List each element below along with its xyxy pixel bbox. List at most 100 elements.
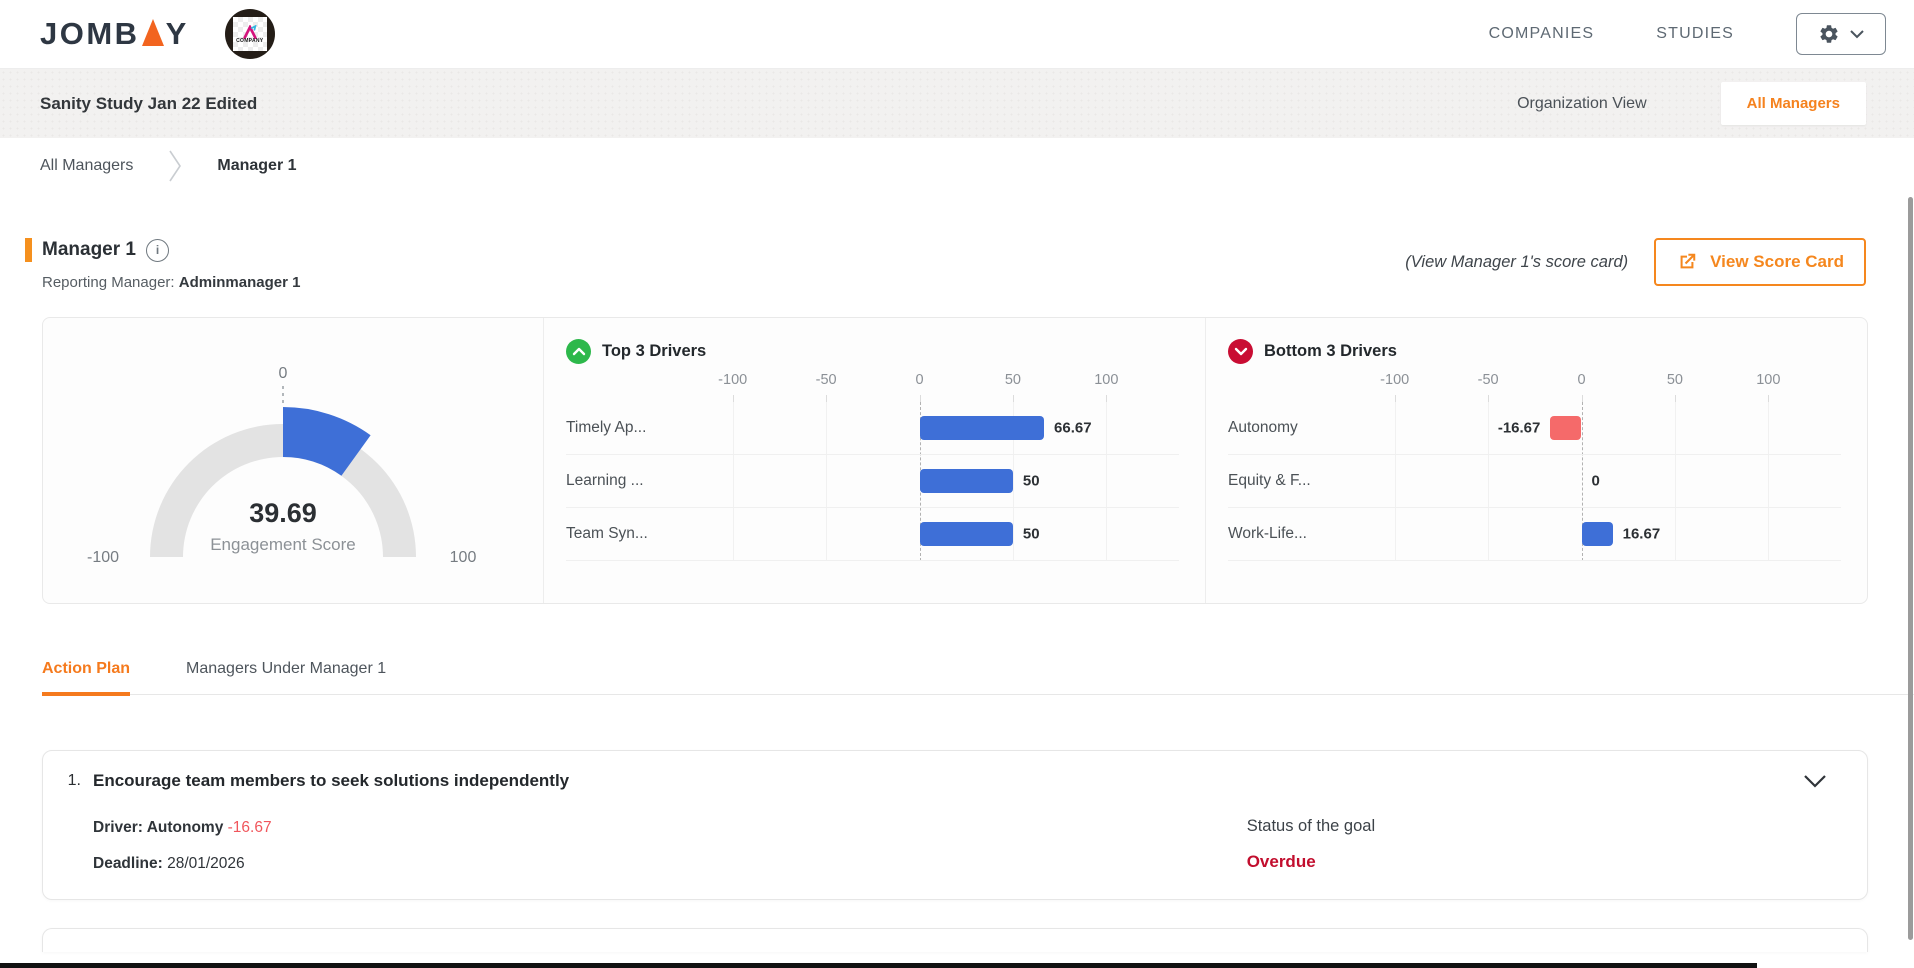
driver-row: Equity & F...0 xyxy=(1228,455,1841,508)
axis-tick-label: 50 xyxy=(1667,372,1683,388)
axis-tick-label: -50 xyxy=(1478,372,1499,388)
driver-bar-area: 50 xyxy=(686,508,1153,560)
top-drivers-title: Top 3 Drivers xyxy=(602,342,706,361)
driver-bar xyxy=(920,522,1013,546)
goal-status-label: Status of the goal xyxy=(1247,817,1841,836)
driver-bar-area: -16.67 xyxy=(1348,402,1815,454)
driver-bar xyxy=(1550,416,1581,440)
view-score-card-button[interactable]: View Score Card xyxy=(1654,238,1866,286)
goal-title: Encourage team members to seek solutions… xyxy=(93,771,569,791)
gauge-chart: 0 39.69 Engagement Score -100 100 xyxy=(63,342,523,582)
vertical-scrollbar-thumb[interactable] xyxy=(1908,197,1913,940)
driver-row: Work-Life... 16.67 xyxy=(1228,508,1841,561)
logo-triangle-icon xyxy=(142,19,164,46)
axis-tick-mark xyxy=(1768,395,1769,402)
chevron-down-icon xyxy=(1850,30,1864,39)
accent-bar xyxy=(25,238,32,262)
driver-value: 50 xyxy=(1023,526,1040,543)
driver-bar xyxy=(920,469,1013,493)
driver-value: 66.67 xyxy=(1054,420,1092,437)
axis-tick-label: 100 xyxy=(1094,372,1118,388)
axis-tick-label: 0 xyxy=(1577,372,1585,388)
goal-index: 1. xyxy=(57,772,81,790)
breadcrumb-all-managers[interactable]: All Managers xyxy=(40,157,133,175)
logo-text-left: JOMB xyxy=(40,16,140,52)
company-logo-image: COMPANY xyxy=(233,17,267,51)
axis-tick-label: -100 xyxy=(718,372,747,388)
tab-managers-under-manager[interactable]: Managers Under Manager 1 xyxy=(186,660,386,694)
action-plan-card-next xyxy=(42,928,1868,952)
study-title: Sanity Study Jan 22 Edited xyxy=(40,94,257,114)
scorecard-hint: (View Manager 1's score card) xyxy=(1405,253,1628,272)
driver-row: Team Syn...50 xyxy=(566,508,1179,561)
breadcrumb: All Managers Manager 1 xyxy=(0,138,1914,194)
driver-label: Learning ... xyxy=(566,472,686,490)
axis-tick-label: 50 xyxy=(1005,372,1021,388)
driver-value: 16.67 xyxy=(1623,526,1661,543)
top-drivers-axis: -100-50050100 xyxy=(686,366,1153,402)
axis-tick-mark xyxy=(1013,395,1014,402)
goal-driver-label: Driver: Autonomy xyxy=(93,819,223,836)
bottom-drivers-title: Bottom 3 Drivers xyxy=(1264,342,1397,361)
info-icon[interactable]: i xyxy=(146,239,169,262)
gear-icon xyxy=(1818,23,1840,45)
breadcrumb-current: Manager 1 xyxy=(217,157,296,175)
bottom-edge-strip xyxy=(0,963,1757,968)
axis-tick-mark xyxy=(733,395,734,402)
gauge-title: Engagement Score xyxy=(210,535,356,554)
axis-tick-mark xyxy=(1675,395,1676,402)
axis-tick-mark xyxy=(1106,395,1107,402)
all-managers-button[interactable]: All Managers xyxy=(1721,82,1866,125)
company-logo[interactable]: COMPANY xyxy=(225,9,275,59)
expand-card-chevron-icon[interactable] xyxy=(1803,774,1841,788)
action-plan-card: 1. Encourage team members to seek soluti… xyxy=(42,750,1868,900)
gauge-max-label: 100 xyxy=(450,549,477,566)
axis-tick-label: 0 xyxy=(915,372,923,388)
goal-deadline-value: 28/01/2026 xyxy=(167,855,245,872)
driver-label: Work-Life... xyxy=(1228,525,1348,543)
gauge-top-tick: 0 xyxy=(279,365,288,382)
driver-row: Timely Ap... 66.67 xyxy=(566,402,1179,455)
axis-tick-mark xyxy=(1488,395,1489,402)
external-link-icon xyxy=(1676,251,1698,273)
settings-menu-button[interactable] xyxy=(1796,13,1886,55)
nav-studies[interactable]: STUDIES xyxy=(1656,25,1734,43)
view-score-card-label: View Score Card xyxy=(1710,252,1844,272)
engagement-gauge: 0 39.69 Engagement Score -100 100 xyxy=(43,318,543,603)
driver-label: Equity & F... xyxy=(1228,472,1348,490)
tab-bar: Action Plan Managers Under Manager 1 xyxy=(42,660,1914,695)
nav-companies[interactable]: COMPANIES xyxy=(1489,25,1595,43)
active-tab-underline xyxy=(42,692,130,696)
manager-name: Manager 1 xyxy=(42,239,136,261)
driver-bar xyxy=(1582,522,1613,546)
driver-value: -16.67 xyxy=(1498,420,1541,437)
top-nav: COMPANIES STUDIES xyxy=(1489,13,1886,55)
axis-tick-mark xyxy=(826,395,827,402)
reporting-manager-label: Reporting Manager: xyxy=(42,274,175,291)
driver-bar-area: 66.67 xyxy=(686,402,1153,454)
company-logo-text: COMPANY xyxy=(236,39,263,44)
driver-label: Timely Ap... xyxy=(566,419,686,437)
goal-status-value: Overdue xyxy=(1247,852,1841,872)
goal-driver-value: -16.67 xyxy=(228,819,272,836)
drivers-panel: 0 39.69 Engagement Score -100 100 Top 3 … xyxy=(42,317,1868,604)
top-drivers-chart: Top 3 Drivers -100-50050100 Timely Ap...… xyxy=(543,318,1205,603)
axis-tick-mark xyxy=(1395,395,1396,402)
driver-bar-area: 0 xyxy=(1348,455,1815,507)
top-drivers-rows: Timely Ap...66.67Learning ...50Team Syn.… xyxy=(566,402,1179,561)
bottom-drivers-rows: Autonomy-16.67Equity & F...0Work-Life...… xyxy=(1228,402,1841,561)
breadcrumb-separator-icon xyxy=(167,149,183,183)
gauge-min-label: -100 xyxy=(87,549,119,566)
tab-action-plan-label: Action Plan xyxy=(42,660,130,677)
goal-deadline-label: Deadline: xyxy=(93,855,163,872)
driver-row: Learning ...50 xyxy=(566,455,1179,508)
jombay-logo[interactable]: JOMBY xyxy=(40,16,189,52)
gauge-value: 39.69 xyxy=(249,498,317,528)
driver-row: Autonomy-16.67 xyxy=(1228,402,1841,455)
study-header: Sanity Study Jan 22 Edited Organization … xyxy=(0,69,1914,138)
axis-tick-mark xyxy=(920,395,921,402)
bottom-drivers-chart: Bottom 3 Drivers -100-50050100 Autonomy-… xyxy=(1205,318,1867,603)
tab-action-plan[interactable]: Action Plan xyxy=(42,660,130,694)
driver-bar xyxy=(920,416,1045,440)
top-header: JOMBY COMPANY COMPANIES STUDIES xyxy=(0,0,1914,69)
